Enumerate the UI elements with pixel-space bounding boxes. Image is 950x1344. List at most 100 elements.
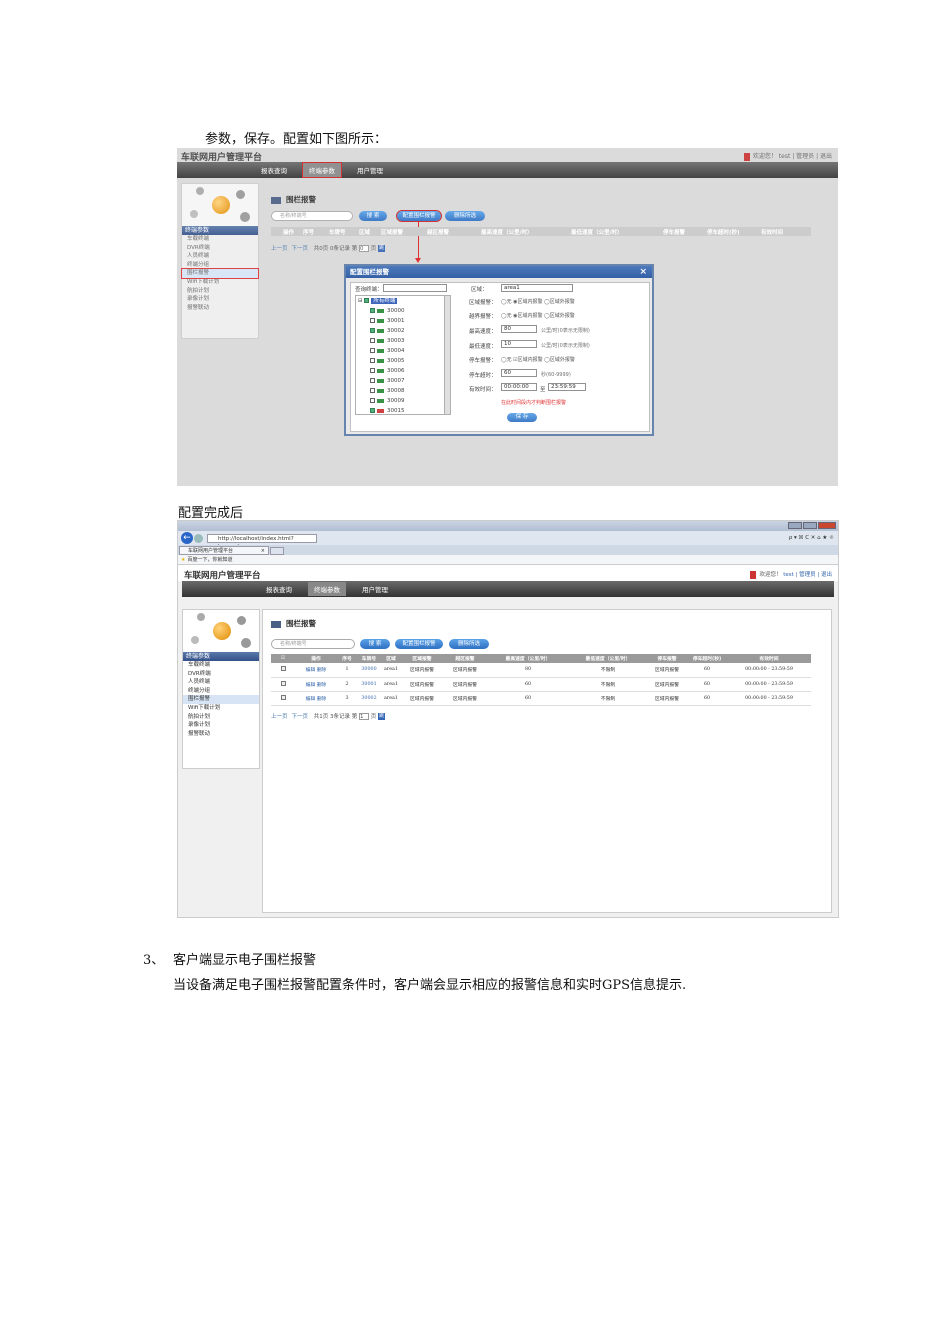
tree-node-terminal[interactable]: 30015	[356, 406, 450, 416]
nav-report[interactable]: 报表查询	[255, 163, 293, 177]
tree-node-terminal[interactable]: 30005	[356, 356, 450, 366]
sidebar-item-fence-alarm[interactable]: 围栏报警	[181, 268, 259, 279]
time-start-input[interactable]: 00:00:00	[501, 383, 537, 391]
tree-node-terminal[interactable]: 30003	[356, 336, 450, 346]
sidebar-item[interactable]: 人员终端	[183, 678, 259, 687]
checkbox[interactable]	[370, 358, 375, 363]
search-button[interactable]: 搜 索	[360, 639, 390, 649]
max-speed-input[interactable]: 80	[501, 325, 537, 333]
checkbox[interactable]	[370, 338, 375, 343]
sidebar-item[interactable]: Wifi下载计划	[182, 278, 258, 287]
maximize-button[interactable]	[803, 522, 817, 529]
next-page-link[interactable]: 下一页	[292, 246, 309, 252]
cross-alarm-radios[interactable]: ◯无 ◉区域内报警 ◯区域外报警	[501, 312, 575, 319]
area-alarm-radios[interactable]: ◯无 ◉区域内报警 ◯区域外报警	[501, 298, 575, 305]
sidebar-item[interactable]: 航拍计划	[182, 287, 258, 296]
checkbox[interactable]	[370, 398, 375, 403]
sidebar-item[interactable]: DVR终端	[182, 244, 258, 253]
sidebar-item[interactable]: 录像计划	[183, 721, 259, 730]
row-ops[interactable]: 编辑 删除	[295, 691, 337, 706]
user-links[interactable]: test | 管理员 | 退出	[779, 153, 832, 160]
sidebar-item[interactable]: 车载终端	[183, 661, 259, 670]
nav-terminal-params[interactable]: 终端参数	[308, 582, 346, 596]
sidebar-item[interactable]: 终端分组	[183, 687, 259, 696]
edit-delete-links[interactable]: 编辑 删除	[306, 697, 327, 702]
edit-delete-links[interactable]: 编辑 删除	[306, 683, 327, 688]
prev-page-link[interactable]: 上一页	[271, 246, 288, 252]
tree-node-terminal[interactable]: 30006	[356, 366, 450, 376]
table-row[interactable]: 编辑 删除 1 30000 area1 区域内报警 区域内报警 80 不限制 区域内报警 60 00…	[271, 663, 811, 678]
checkbox[interactable]	[370, 368, 375, 373]
query-terminal-input[interactable]	[383, 284, 447, 292]
user-links[interactable]: test | 管理员 | 退出	[783, 572, 832, 578]
minimize-button[interactable]	[788, 522, 802, 529]
checkbox[interactable]	[370, 348, 375, 353]
tree-scrollbar[interactable]	[444, 296, 450, 414]
page-input[interactable]: 0	[359, 245, 370, 252]
sidebar-item[interactable]: 人员终端	[182, 252, 258, 261]
favorite-link[interactable]: 百度一下，你就知道	[187, 557, 232, 563]
prev-page-link[interactable]: 上一页	[271, 714, 288, 720]
sidebar-item[interactable]: 终端分组	[182, 261, 258, 270]
page-input[interactable]: 1	[359, 713, 370, 720]
table-row[interactable]: 编辑 删除 3 30002 area1 区域内报警 区域内报警 60 不限制 区域内报警 60 00…	[271, 691, 811, 706]
browser-tools[interactable]: ρ ▾ ☒ C ✕ ⌂ ★ ☼	[789, 535, 834, 541]
sidebar-item[interactable]: Wifi下载计划	[183, 704, 259, 713]
row-checkbox[interactable]	[280, 694, 286, 700]
tree-node-terminal[interactable]: 30000	[356, 306, 450, 316]
delete-selected-button[interactable]: 删除所选	[449, 639, 489, 649]
nav-terminal-params[interactable]: 终端参数	[302, 162, 342, 178]
config-fence-button[interactable]: 配置围栏报警	[396, 210, 442, 222]
window-close-button[interactable]	[818, 522, 836, 529]
new-tab-button[interactable]	[270, 547, 284, 555]
url-field[interactable]: http://localhost/index.html?lang=zh	[207, 533, 317, 550]
table-row[interactable]: 编辑 删除 2 30001 area1 区域内报警 区域内报警 60 不限制 区域内报警 60 00…	[271, 677, 811, 692]
delete-selected-button[interactable]: 删除所选	[445, 211, 485, 221]
tree-node-terminal[interactable]: 30007	[356, 376, 450, 386]
checkbox[interactable]	[370, 388, 375, 393]
browser-tab[interactable]: 车联网用户管理平台 ×	[179, 546, 269, 555]
row-checkbox[interactable]	[280, 666, 286, 672]
select-all-header[interactable]: ☑	[271, 654, 295, 663]
search-button[interactable]: 搜 索	[359, 211, 387, 221]
row-ops[interactable]: 编辑 删除	[295, 663, 337, 678]
checkbox[interactable]	[370, 328, 375, 333]
edit-delete-links[interactable]: 编辑 删除	[306, 668, 327, 673]
go-page-button[interactable]: 跳	[378, 245, 386, 252]
search-input[interactable]: 名称/终端号	[271, 639, 355, 649]
tree-node-terminal[interactable]: 30009	[356, 396, 450, 406]
sidebar-item[interactable]: 录像计划	[182, 295, 258, 304]
checkbox[interactable]	[370, 308, 375, 313]
tree-node-terminal[interactable]: 30008	[356, 386, 450, 396]
search-input[interactable]: 名称/终端号	[271, 211, 353, 221]
tree-root[interactable]: ⊟ 所有终端	[356, 296, 450, 306]
go-page-button[interactable]: 跳	[378, 713, 386, 720]
checkbox[interactable]	[370, 378, 375, 383]
min-speed-input[interactable]: 10	[501, 340, 537, 348]
config-fence-button[interactable]: 配置围栏报警	[395, 639, 443, 649]
tree-node-terminal[interactable]: 30002	[356, 326, 450, 336]
time-end-input[interactable]: 23:59:59	[548, 383, 586, 391]
checkbox[interactable]	[370, 408, 375, 413]
row-checkbox-cell[interactable]	[271, 663, 295, 678]
sidebar-item-fence-alarm[interactable]: 围栏报警	[183, 695, 259, 704]
close-icon[interactable]: ×	[639, 266, 647, 278]
nav-report[interactable]: 报表查询	[260, 582, 298, 596]
tree-node-terminal[interactable]: 30001	[356, 316, 450, 326]
row-checkbox-cell[interactable]	[271, 677, 295, 692]
forward-icon[interactable]	[194, 533, 203, 543]
checkbox[interactable]	[370, 318, 375, 323]
sidebar-item[interactable]: 报警联动	[183, 730, 259, 739]
sidebar-item[interactable]: DVR终端	[183, 670, 259, 679]
back-icon[interactable]: ←	[181, 532, 193, 544]
sidebar-item[interactable]: 报警联动	[182, 304, 258, 313]
next-page-link[interactable]: 下一页	[292, 714, 309, 720]
row-checkbox-cell[interactable]	[271, 691, 295, 706]
row-checkbox[interactable]	[280, 680, 286, 686]
save-button[interactable]: 保 存	[507, 413, 537, 422]
area-select[interactable]: area1	[501, 284, 573, 292]
nav-users[interactable]: 用户管理	[351, 163, 389, 177]
park-timeout-input[interactable]: 60	[501, 369, 537, 377]
park-alarm-radios[interactable]: ◯无 ☑区域内报警 ◯区域外报警	[501, 356, 575, 363]
row-ops[interactable]: 编辑 删除	[295, 677, 337, 692]
